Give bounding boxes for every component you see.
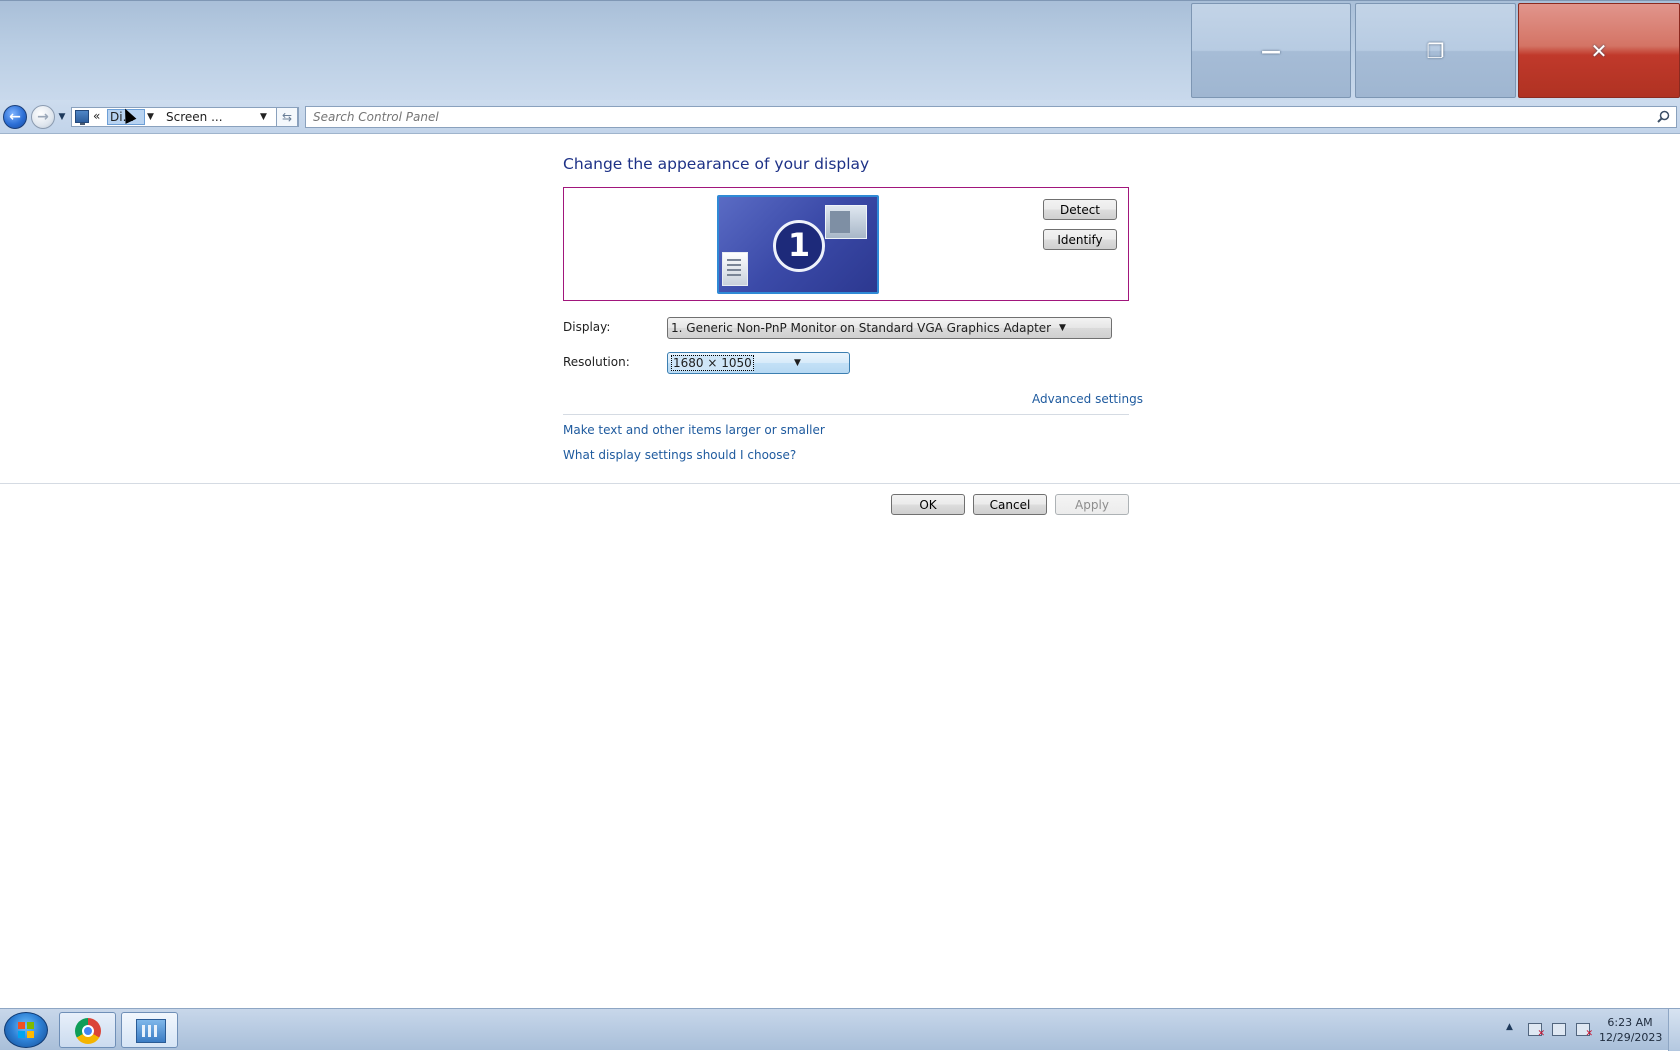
page-title: Change the appearance of your display [563, 155, 870, 173]
section-divider [563, 414, 1129, 415]
cancel-button[interactable]: Cancel [973, 494, 1047, 515]
dropdown-arrow-icon: ▼ [794, 358, 801, 368]
search-icon[interactable] [1657, 110, 1670, 123]
start-button[interactable] [4, 1012, 48, 1048]
resolution-select[interactable]: 1680 × 1050 ▼ [667, 352, 850, 374]
forward-button[interactable]: → [31, 105, 55, 129]
monitor-number-badge: 1 [773, 220, 825, 272]
taskbar: ▲ ✕ ✕ 6:23 AM 12/29/2023 [0, 1008, 1680, 1051]
apply-button: Apply [1055, 494, 1129, 515]
main-content: Change the appearance of your display 1 … [0, 135, 1680, 1008]
monitor-1-tile[interactable]: 1 [717, 195, 879, 294]
recent-pages-button[interactable]: ▼ [57, 111, 67, 123]
dropdown-arrow-icon: ▼ [1059, 323, 1066, 333]
display-help-link[interactable]: What display settings should I choose? [563, 448, 796, 462]
text-size-link[interactable]: Make text and other items larger or smal… [563, 423, 825, 437]
search-input[interactable] [306, 107, 1636, 127]
monitor-icon [75, 110, 89, 125]
window-thumbnail-icon [825, 205, 867, 239]
volume-icon[interactable]: ✕ [1576, 1023, 1593, 1039]
clock[interactable]: 6:23 AM 12/29/2023 [1599, 1015, 1663, 1045]
clock-date: 12/29/2023 [1599, 1031, 1663, 1044]
address-dropdown-icon[interactable]: ▼ [260, 109, 267, 125]
chrome-icon [75, 1018, 101, 1044]
breadcrumb-screen-resolution[interactable]: Screen ... [166, 109, 223, 125]
detect-button[interactable]: Detect [1043, 199, 1117, 220]
window-titlebar: — ❐ ✕ [0, 0, 1680, 100]
close-icon: ✕ [1590, 38, 1608, 63]
taskbar-chrome-button[interactable] [59, 1012, 116, 1048]
control-panel-icon [136, 1019, 166, 1043]
document-thumbnail-icon [722, 252, 748, 286]
network-icon[interactable] [1552, 1023, 1566, 1036]
hidden-crumbs-chevron[interactable]: « [93, 109, 100, 123]
show-hidden-icons-icon[interactable]: ▲ [1506, 1022, 1513, 1032]
display-label: Display: [563, 320, 611, 334]
minimize-icon: — [1261, 38, 1281, 63]
restore-button[interactable]: ❐ [1355, 3, 1516, 98]
show-desktop-button[interactable] [1668, 1009, 1680, 1051]
clock-time: 6:23 AM [1607, 1016, 1653, 1029]
resolution-select-value: 1680 × 1050 [671, 355, 754, 371]
display-select-value: 1. Generic Non-PnP Monitor on Standard V… [671, 321, 1052, 335]
footer-divider [0, 483, 1680, 484]
ok-button[interactable]: OK [891, 494, 965, 515]
resolution-label: Resolution: [563, 355, 630, 369]
back-arrow-icon: ← [9, 109, 21, 125]
refresh-button[interactable]: ⇆ [276, 107, 298, 127]
close-button[interactable]: ✕ [1518, 3, 1680, 98]
minimize-button[interactable]: — [1191, 3, 1351, 98]
advanced-settings-link[interactable]: Advanced settings [1032, 392, 1143, 406]
monitor-arrangement-panel: 1 Detect Identify [563, 187, 1129, 301]
breadcrumb-arrow-icon[interactable]: ▼ [147, 109, 154, 125]
restore-icon: ❐ [1426, 38, 1445, 63]
search-box[interactable] [305, 106, 1677, 128]
identify-button[interactable]: Identify [1043, 229, 1117, 250]
taskbar-control-panel-button[interactable] [121, 1012, 178, 1048]
forward-arrow-icon: → [37, 109, 49, 125]
action-center-icon[interactable]: ✕ [1528, 1023, 1545, 1039]
back-button[interactable]: ← [3, 105, 27, 129]
display-select[interactable]: 1. Generic Non-PnP Monitor on Standard V… [667, 317, 1112, 339]
address-bar[interactable]: « Di... ▼ Screen ... ▼ [71, 107, 299, 127]
